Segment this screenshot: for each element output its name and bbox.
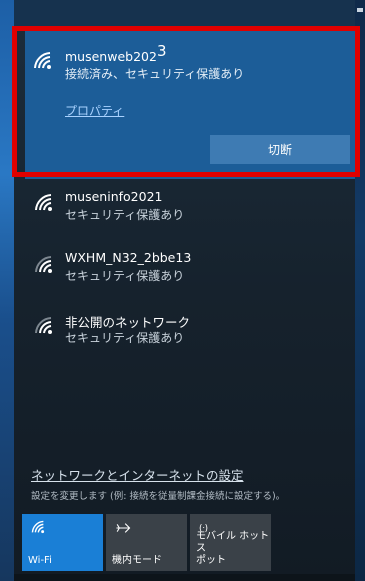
wifi-signal-icon bbox=[35, 194, 52, 211]
mobile-hotspot-label-line2: ポット bbox=[196, 555, 226, 566]
network-name: museninfo2021 bbox=[65, 189, 163, 204]
network-settings-description: 設定を変更します (例: 接続を従量制課金接続に設定する)。 bbox=[31, 491, 286, 502]
network-name-text: musenweb202 bbox=[65, 49, 157, 64]
network-item[interactable]: museninfo2021 セキュリティ保護あり bbox=[14, 183, 355, 239]
network-item[interactable]: WXHM_N32_2bbe13 セキュリティ保護あり bbox=[14, 243, 355, 299]
network-name-suffix: 3 bbox=[156, 42, 167, 60]
network-status: セキュリティ保護あり bbox=[65, 331, 185, 345]
taskbar-edge bbox=[14, 574, 355, 581]
wifi-signal-icon bbox=[35, 256, 52, 273]
wifi-icon bbox=[31, 520, 45, 534]
airplane-icon bbox=[116, 523, 131, 533]
network-status: 接続済み、セキュリティ保護あり bbox=[65, 67, 245, 81]
desktop-edge-mark bbox=[357, 8, 363, 12]
disconnect-button[interactable]: 切断 bbox=[210, 135, 350, 164]
mobile-hotspot-label-line1: モバイル ホットス bbox=[196, 531, 270, 554]
network-item[interactable]: 非公開のネットワーク セキュリティ保護あり bbox=[14, 303, 355, 359]
desktop-background-right bbox=[355, 0, 365, 581]
mobile-hotspot-tile[interactable]: (ᐧ) モバイル ホットス ポット bbox=[190, 514, 271, 571]
network-name: musenweb2023 bbox=[65, 42, 166, 65]
mobile-hotspot-tile-label: モバイル ホットス ポット bbox=[196, 531, 271, 567]
wifi-tile[interactable]: Wi-Fi bbox=[22, 514, 103, 571]
network-status: セキュリティ保護あり bbox=[65, 208, 185, 222]
properties-link[interactable]: プロパティ bbox=[65, 102, 124, 119]
desktop-background-left bbox=[0, 0, 14, 581]
airplane-mode-tile-label: 機内モード bbox=[112, 555, 162, 566]
wifi-signal-icon bbox=[34, 52, 51, 69]
network-settings-link[interactable]: ネットワークとインターネットの設定 bbox=[31, 465, 244, 484]
flyout-top-band bbox=[14, 0, 355, 27]
network-name: WXHM_N32_2bbe13 bbox=[65, 250, 192, 265]
airplane-mode-tile[interactable]: 機内モード bbox=[106, 514, 187, 571]
wifi-signal-icon bbox=[35, 317, 52, 334]
wifi-tile-label: Wi-Fi bbox=[28, 555, 52, 566]
network-status: セキュリティ保護あり bbox=[65, 269, 185, 283]
network-item-connected[interactable]: musenweb2023 接続済み、セキュリティ保護あり プロパティ 切断 bbox=[25, 31, 355, 179]
